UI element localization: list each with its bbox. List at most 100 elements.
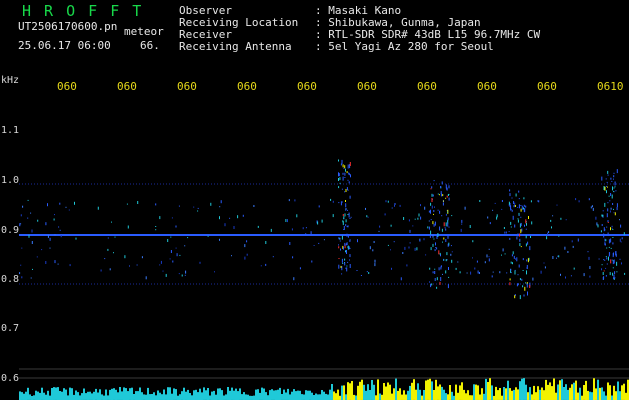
echo-speck <box>518 190 520 193</box>
noise-bar <box>483 393 485 400</box>
noise-bar <box>93 391 95 400</box>
echo-speck <box>577 238 579 242</box>
echo-speck <box>528 216 529 219</box>
echo-speck <box>339 238 341 240</box>
noise-bar <box>269 390 271 400</box>
echo-speck <box>45 261 47 264</box>
echo-speck <box>571 240 573 243</box>
noise-bar <box>91 393 93 400</box>
echo-speck <box>522 258 524 261</box>
echo-speck <box>347 234 349 238</box>
echo-speck <box>442 194 444 197</box>
echo-speck <box>588 256 590 260</box>
noise-bar <box>439 384 441 400</box>
noise-bar <box>65 389 67 400</box>
noise-bar <box>155 395 157 400</box>
echo-speck <box>605 178 607 180</box>
echo-speck <box>445 197 447 199</box>
noise-bar <box>289 394 291 400</box>
echo-speck <box>602 214 604 217</box>
echo-speck <box>520 246 522 248</box>
echo-speck <box>75 237 77 240</box>
echo-speck <box>136 264 138 266</box>
echo-speck <box>603 186 605 190</box>
echo-speck <box>220 200 222 204</box>
echo-speck <box>612 186 613 191</box>
echo-speck <box>341 273 343 275</box>
echo-speck <box>538 200 540 203</box>
echo-speck <box>341 159 343 164</box>
echo-speck <box>600 230 602 233</box>
noise-bar <box>601 387 603 400</box>
noise-bar <box>257 389 259 400</box>
echo-speck <box>496 216 498 220</box>
echo-speck <box>338 237 340 240</box>
noise-bar <box>331 384 333 400</box>
echo-speck <box>22 205 24 208</box>
echo-speck <box>543 262 545 264</box>
echo-speck <box>570 275 572 277</box>
noise-bar <box>75 390 77 400</box>
time-tick-label: 060 <box>237 80 257 93</box>
echo-speck <box>412 225 414 227</box>
echo-speck <box>619 219 620 221</box>
echo-speck <box>487 216 489 219</box>
echo-speck <box>57 263 59 265</box>
echo-speck <box>612 253 614 258</box>
echo-speck <box>439 252 441 255</box>
noise-bar <box>377 379 379 400</box>
echo-speck <box>612 203 614 205</box>
echo-speck <box>602 210 604 212</box>
echo-speck <box>504 231 506 234</box>
echo-speck <box>610 247 612 249</box>
echo-speck <box>447 211 449 213</box>
echo-speck <box>608 239 610 244</box>
echo-speck <box>506 231 507 234</box>
echo-speck <box>349 162 351 166</box>
noise-bar <box>443 389 445 400</box>
echo-speck <box>27 217 29 219</box>
echo-speck <box>459 271 461 274</box>
echo-speck <box>53 218 55 221</box>
echo-speck <box>522 270 524 271</box>
echo-speck <box>517 283 519 286</box>
echo-speck <box>443 222 445 227</box>
echo-speck <box>526 265 528 269</box>
echo-speck <box>350 174 351 178</box>
echo-speck <box>601 176 603 181</box>
echo-speck <box>461 223 463 225</box>
echo-speck <box>556 204 558 206</box>
echo-speck <box>302 227 304 230</box>
echo-speck <box>155 203 157 206</box>
echo-speck <box>434 268 436 270</box>
noise-bar <box>325 393 327 400</box>
noise-bar <box>111 388 113 400</box>
echo-speck <box>293 277 295 281</box>
noise-bar <box>473 384 475 400</box>
echo-speck <box>509 282 511 286</box>
noise-bar <box>373 384 375 400</box>
echo-speck <box>604 186 606 191</box>
echo-speck <box>510 226 512 228</box>
echo-speck <box>606 257 608 260</box>
noise-bar <box>323 391 325 400</box>
noise-bar <box>357 385 359 400</box>
noise-bar <box>89 391 91 400</box>
noise-bar <box>605 395 607 400</box>
echo-speck <box>479 200 481 202</box>
echo-speck <box>406 264 408 267</box>
time-tick-label: 060 <box>357 80 377 93</box>
echo-speck <box>619 238 621 242</box>
noise-bar <box>427 379 429 400</box>
echo-speck <box>416 247 418 251</box>
echo-speck <box>526 259 528 262</box>
noise-bar <box>401 394 403 400</box>
echo-speck <box>517 219 519 223</box>
echo-speck <box>373 241 375 243</box>
echo-speck <box>519 243 521 247</box>
echo-speck <box>621 237 623 240</box>
echo-speck <box>464 206 466 210</box>
echo-speck <box>349 195 351 199</box>
echo-speck <box>472 240 474 243</box>
noise-bar <box>463 389 465 400</box>
